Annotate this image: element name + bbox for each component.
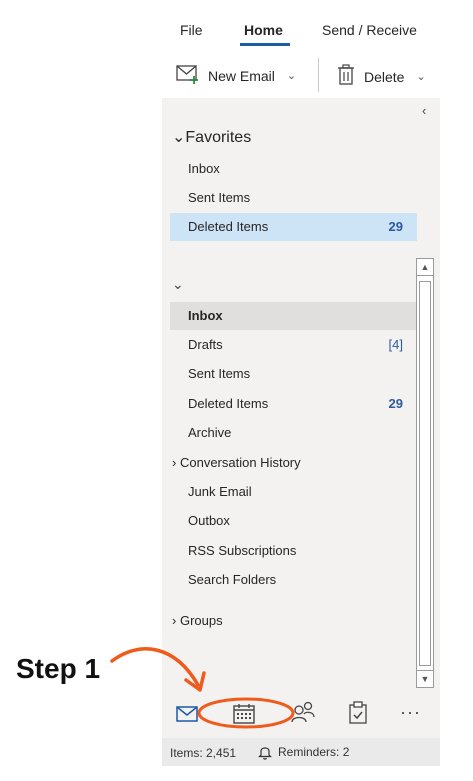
scroll-down-icon[interactable]: ▼ (417, 670, 433, 687)
folder-item-rss[interactable]: RSS Subscriptions (170, 537, 417, 565)
folder-item-junk[interactable]: Junk Email (170, 478, 417, 506)
draft-count: [4] (388, 337, 403, 352)
folder-item-deleted[interactable]: Deleted Items 29 (170, 390, 417, 418)
favorite-item-sent[interactable]: Sent Items (170, 184, 417, 212)
groups-header[interactable]: › Groups (172, 613, 223, 628)
folder-label: Drafts (188, 337, 223, 352)
folder-item-archive[interactable]: Archive (170, 419, 417, 447)
tasks-icon[interactable] (348, 701, 368, 730)
folder-label-row: › Conversation History (172, 455, 301, 470)
folder-label: Conversation History (179, 455, 301, 470)
new-email-button[interactable]: New Email ⌄ (176, 64, 296, 87)
mailbox-expand-icon[interactable]: ⌄ (172, 276, 184, 293)
outlook-app: File Home Send / Receive New Email ⌄ Del… (162, 0, 440, 770)
tab-file[interactable]: File (180, 22, 203, 38)
chevron-down-icon[interactable]: ⌄ (416, 70, 425, 83)
active-tab-indicator (240, 43, 290, 46)
tab-home[interactable]: Home (244, 22, 283, 38)
folder-label: Junk Email (188, 484, 252, 499)
favorite-item-inbox[interactable]: Inbox (170, 155, 417, 183)
folder-label: Sent Items (188, 366, 251, 381)
folder-label: Outbox (188, 513, 230, 528)
delete-label: Delete (364, 68, 405, 85)
chevron-down-icon: ⌄ (172, 129, 186, 146)
chevron-down-icon[interactable]: ⌄ (287, 69, 296, 82)
ribbon: File Home Send / Receive New Email ⌄ Del… (162, 0, 440, 98)
unread-count: 29 (388, 396, 403, 411)
module-switcher: ··· (162, 692, 440, 736)
trash-icon (336, 64, 356, 89)
step-label: Step 1 (16, 653, 101, 684)
reminders-status[interactable]: Reminders: 2 (258, 744, 349, 760)
collapse-pane-icon[interactable]: ‹ (422, 103, 426, 118)
folder-label: Search Folders (188, 572, 277, 587)
new-email-icon (176, 64, 200, 87)
favorite-item-deleted[interactable]: Deleted Items 29 (170, 213, 417, 241)
favorites-header[interactable]: ⌄Favorites (172, 127, 251, 147)
folder-item-drafts[interactable]: Drafts [4] (170, 331, 417, 359)
people-icon[interactable] (290, 700, 316, 729)
scroll-up-icon[interactable]: ▲ (417, 259, 433, 276)
folder-label: Inbox (188, 161, 220, 176)
bell-icon (258, 747, 272, 760)
folder-label: Deleted Items (188, 219, 269, 234)
delete-button[interactable]: Delete ⌄ (336, 64, 426, 89)
folder-label: RSS Subscriptions (188, 543, 297, 558)
folder-scrollbar[interactable]: ▲ ▼ (416, 258, 434, 688)
folder-label: Inbox (188, 308, 223, 323)
ribbon-separator (318, 58, 319, 92)
folder-label: Sent Items (188, 190, 251, 205)
reminders-label: Reminders: 2 (278, 745, 350, 759)
folder-item-inbox[interactable]: Inbox (170, 302, 417, 330)
folder-label: Archive (188, 425, 232, 440)
folder-item-sent[interactable]: Sent Items (170, 360, 417, 388)
items-count: Items: 2,451 (170, 746, 237, 760)
chevron-right-icon[interactable]: › (172, 455, 176, 470)
chevron-right-icon: › (172, 613, 177, 628)
unread-count: 29 (388, 219, 403, 234)
scroll-thumb[interactable] (419, 281, 431, 666)
favorites-title: Favorites (185, 129, 252, 146)
folder-item-search-folders[interactable]: Search Folders (170, 566, 417, 594)
new-email-label: New Email (208, 67, 275, 84)
more-options-icon[interactable]: ··· (400, 702, 421, 723)
tab-send-receive[interactable]: Send / Receive (322, 22, 417, 38)
mail-icon[interactable] (176, 706, 198, 727)
folder-item-outbox[interactable]: Outbox (170, 507, 417, 535)
folder-item-conversation-history[interactable]: › Conversation History (170, 449, 417, 477)
status-bar: Items: 2,451 Reminders: 2 (162, 738, 440, 766)
folder-label: Deleted Items (188, 396, 269, 411)
groups-label: Groups (179, 613, 223, 628)
calendar-icon[interactable] (232, 703, 256, 730)
